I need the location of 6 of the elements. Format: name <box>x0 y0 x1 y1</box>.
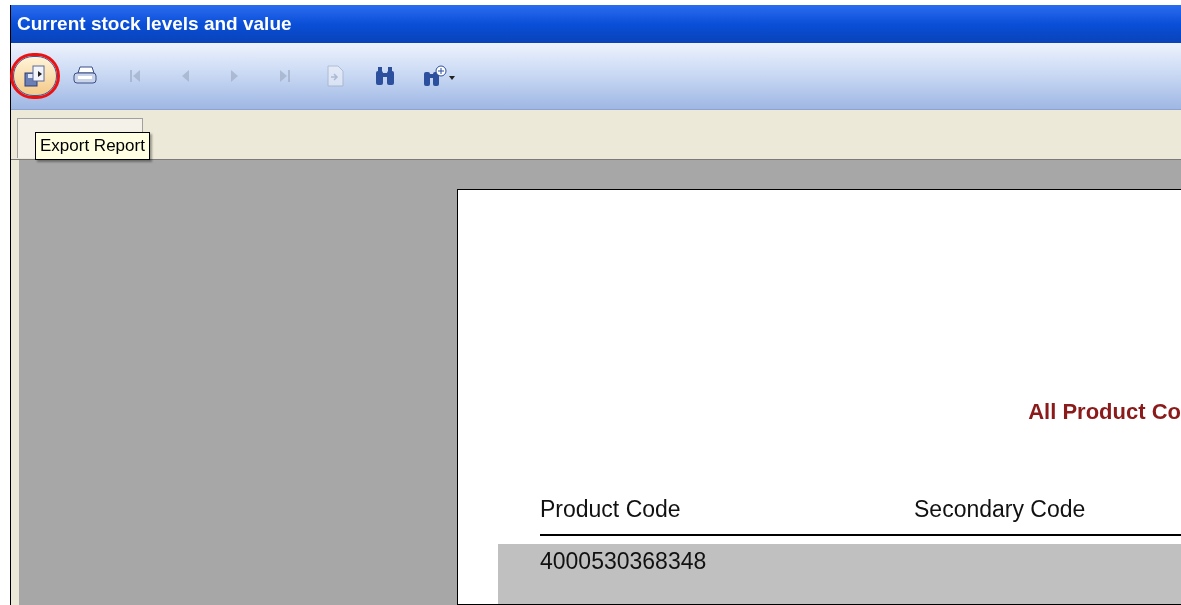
column-header: Secondary Code <box>914 494 1086 524</box>
column-header: Product Code <box>540 494 682 524</box>
tooltip: Export Report <box>35 131 150 160</box>
table-cell-text: 4000530368348 <box>540 547 707 576</box>
report-title: All Product Co <box>1028 397 1181 426</box>
window-title: Current stock levels and value <box>17 11 292 36</box>
